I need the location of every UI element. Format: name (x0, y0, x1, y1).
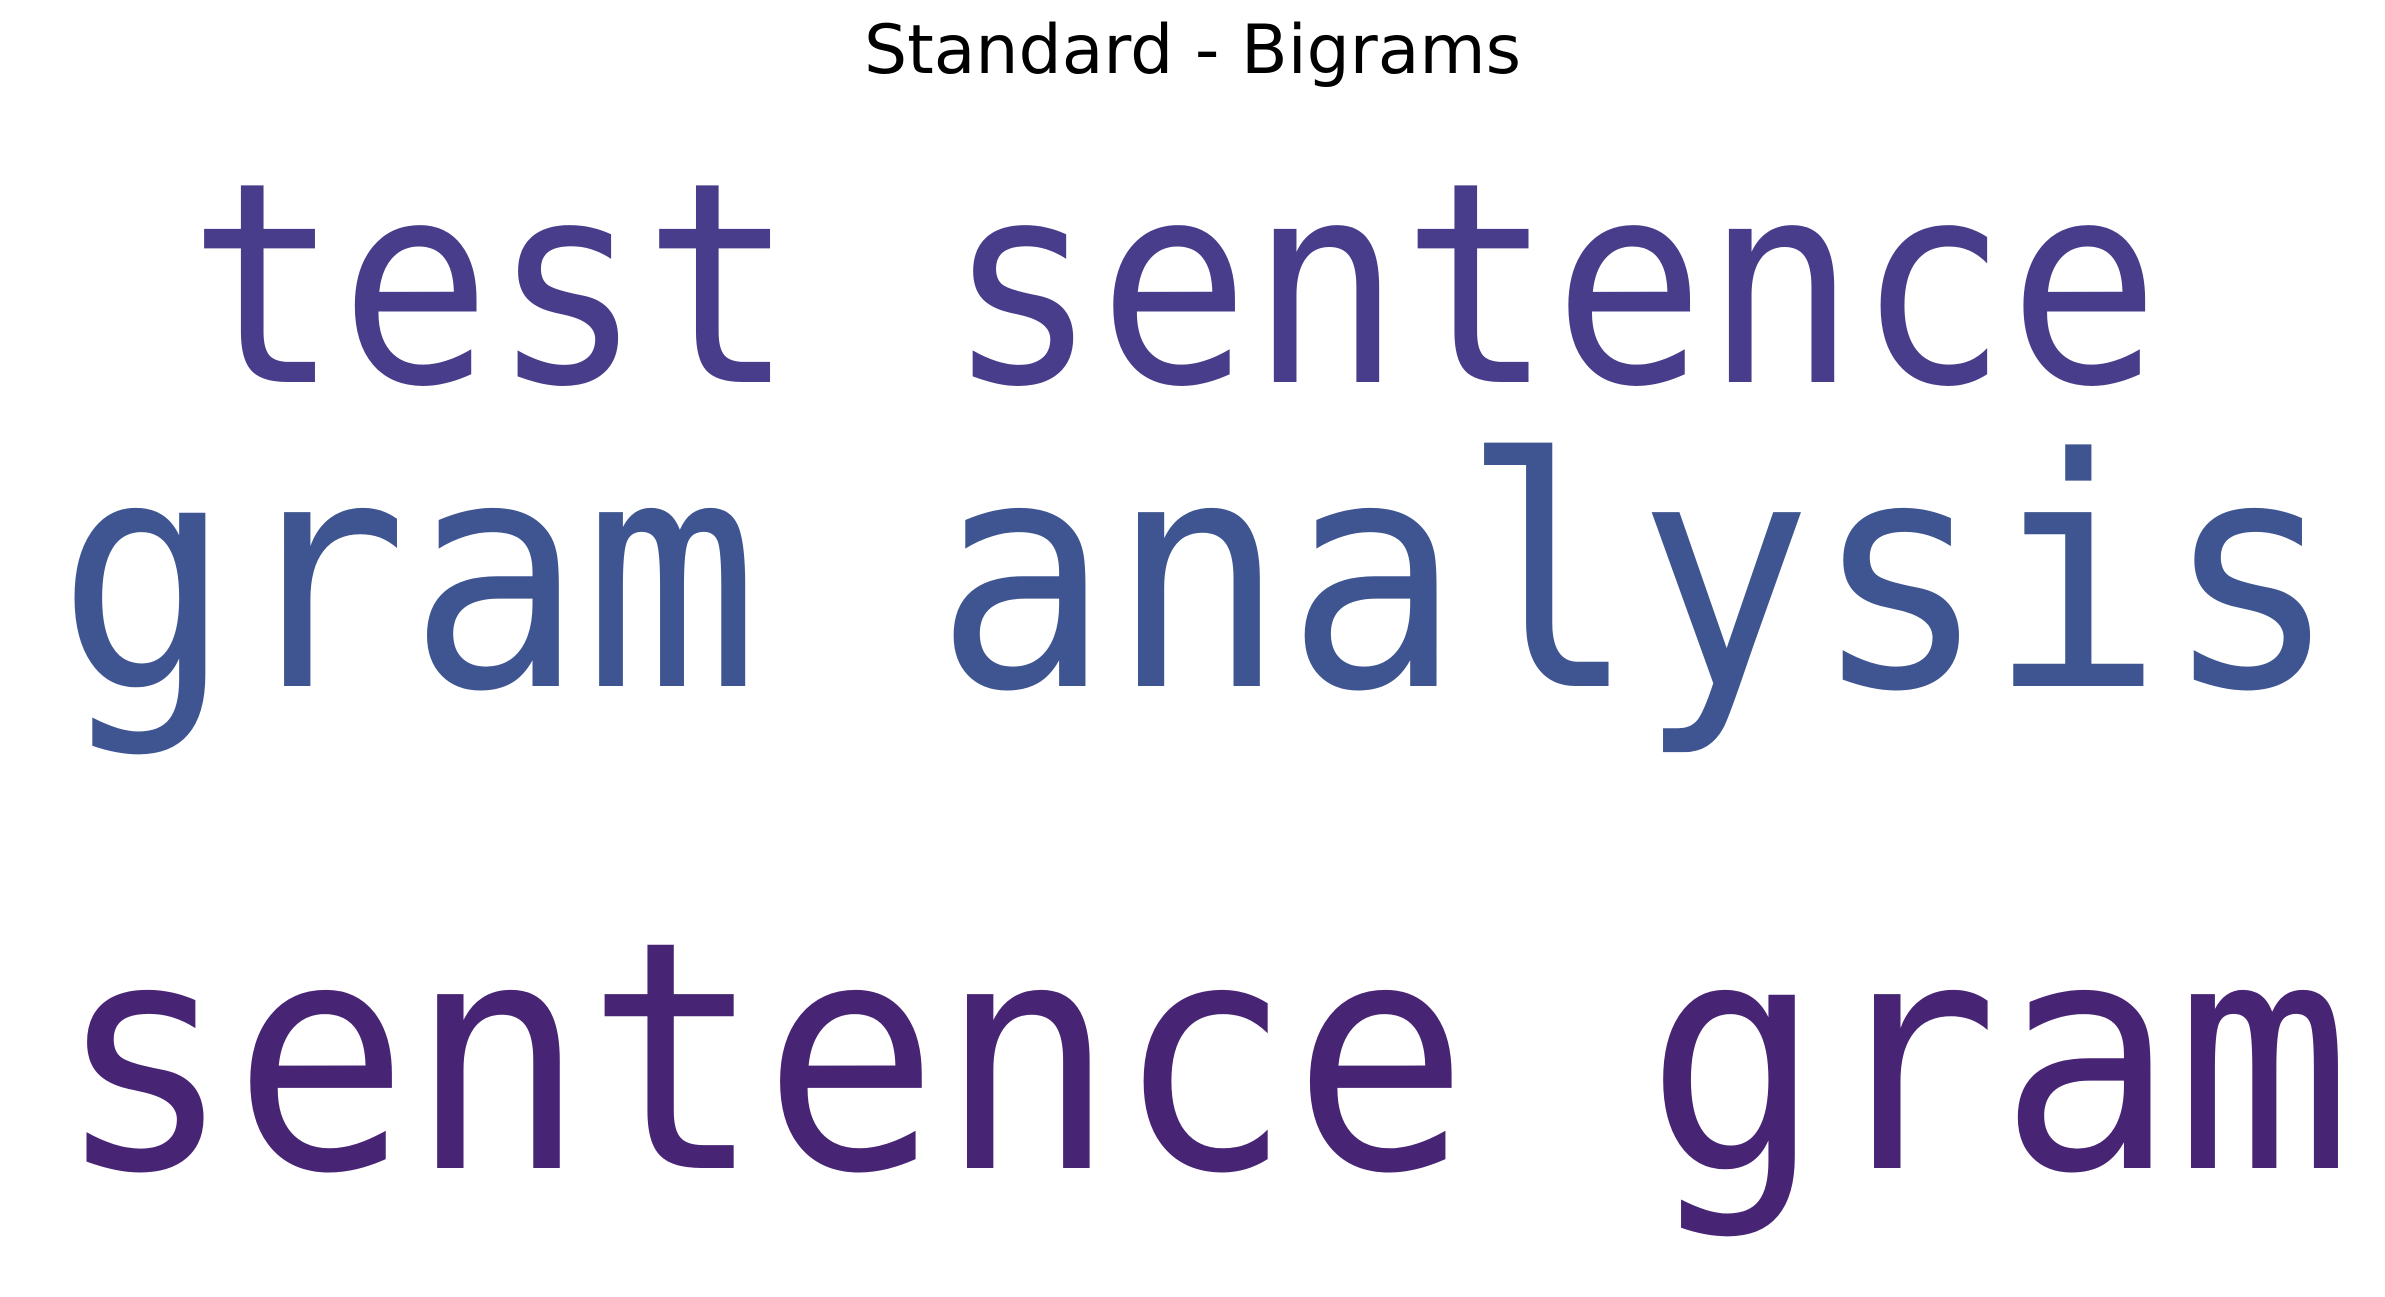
word-sentence-gram: sentence gram (56, 873, 2352, 1243)
word-cloud: test sentence gram analysis sentence gra… (56, 123, 2352, 1243)
word-gram-analysis: gram analysis (57, 391, 2339, 761)
